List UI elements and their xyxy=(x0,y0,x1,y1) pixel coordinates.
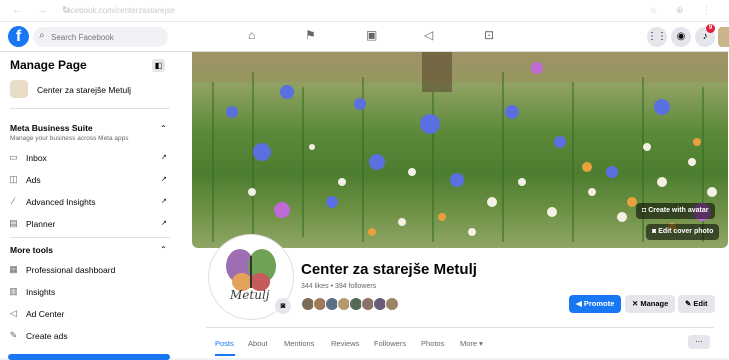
manage-page-sidebar: Manage Page ◧ Center za starejše Metulj … xyxy=(0,52,178,360)
promote-label: Promote xyxy=(583,299,615,308)
tab-photos[interactable]: Photos xyxy=(421,339,444,348)
external-arrow-icon: ↗ xyxy=(161,198,167,205)
flag-icon[interactable]: ⚑ xyxy=(305,28,316,42)
page-name: Center za starejše Metulj xyxy=(37,85,132,95)
create-with-avatar-label: Create with avatar xyxy=(648,207,709,214)
collapse-sidebar-icon[interactable]: ◧ xyxy=(152,59,165,72)
page-stats[interactable]: 344 likes • 394 followers xyxy=(301,283,376,290)
tabs-divider xyxy=(206,327,714,328)
meta-business-suite-header[interactable]: Meta Business Suite xyxy=(10,123,93,133)
page-main: ◘ Create with avatar ◙ Edit cover photo … xyxy=(178,52,729,358)
sidebar-item-label: Advanced Insights xyxy=(26,197,96,207)
create-ads-icon: ✎ xyxy=(9,330,18,340)
edit-cover-photo-label: Edit cover photo xyxy=(658,228,714,235)
gaming-icon[interactable]: ⊡ xyxy=(484,28,494,42)
tab-more[interactable]: More ▾ xyxy=(460,339,483,348)
sidebar-item-planner[interactable]: ▤ Planner ↗ xyxy=(8,216,170,234)
manage-label: Manage xyxy=(640,299,669,308)
edit-label: Edit xyxy=(693,299,708,308)
page-thumbnail xyxy=(10,80,28,98)
promote-button[interactable]: ◀ Promote xyxy=(569,295,622,313)
address-bar[interactable]: facebook.com/centerzastarejse xyxy=(64,6,175,15)
tab-posts[interactable]: Posts xyxy=(215,339,234,348)
menu-grid-icon[interactable]: ⋮⋮ xyxy=(647,27,667,47)
camera-icon[interactable]: ◙ xyxy=(275,298,291,314)
messenger-icon[interactable]: ◉ xyxy=(671,27,691,47)
search-icon: ⌕ xyxy=(39,30,45,41)
account-avatar[interactable] xyxy=(718,27,729,47)
facebook-logo-icon[interactable]: f xyxy=(8,26,29,47)
search-box[interactable]: ⌕ xyxy=(33,27,168,47)
sidebar-item-label: Ads xyxy=(26,175,41,185)
more-options-icon[interactable]: … xyxy=(688,335,710,349)
sidebar-item-ad-center[interactable]: ◁ Ad Center xyxy=(8,306,170,324)
sidebar-item-insights[interactable]: ▥ Insights xyxy=(8,284,170,302)
search-input[interactable] xyxy=(51,29,161,45)
external-arrow-icon: ↗ xyxy=(161,154,167,161)
edit-cover-photo-button[interactable]: ◙ Edit cover photo xyxy=(646,224,720,240)
calendar-icon: ▤ xyxy=(9,218,18,228)
ads-icon: ◫ xyxy=(9,174,18,184)
chevron-up-icon[interactable]: ⌃ xyxy=(160,245,167,254)
facebook-topbar: f ⌕ ⌂ ⚑ ▣ ◁ ⊡ ⋮⋮ ◉ ♪ 9 xyxy=(0,22,729,52)
browser-actions[interactable]: ☆ ⊕ ⋮ xyxy=(649,5,719,16)
logo-text: Metulj xyxy=(230,288,270,302)
tab-about[interactable]: About xyxy=(248,339,268,348)
insights-icon: ⁄ xyxy=(12,196,15,206)
external-arrow-icon: ↗ xyxy=(161,176,167,183)
megaphone-icon: ◁ xyxy=(10,308,17,318)
chevron-up-icon[interactable]: ⌃ xyxy=(160,124,167,133)
sidebar-primary-button[interactable] xyxy=(8,354,170,360)
sidebar-item-inbox[interactable]: ▭ Inbox ↗ xyxy=(8,150,170,168)
sidebar-item-label: Insights xyxy=(26,287,56,297)
chart-icon: ▥ xyxy=(9,286,18,296)
inbox-icon: ▭ xyxy=(9,152,18,162)
notifications-badge: 9 xyxy=(706,24,715,33)
meta-business-suite-subtitle: Manage your business across Meta apps xyxy=(10,135,129,142)
cover-photo: ◘ Create with avatar ◙ Edit cover photo xyxy=(192,52,728,248)
manage-button[interactable]: ✕ Manage xyxy=(625,295,676,313)
tab-mentions[interactable]: Mentions xyxy=(284,339,314,348)
edit-button[interactable]: ✎ Edit xyxy=(678,295,715,313)
sidebar-title: Manage Page xyxy=(10,58,87,72)
sidebar-item-label: Inbox xyxy=(26,153,47,163)
create-with-avatar-button[interactable]: ◘ Create with avatar xyxy=(636,203,715,219)
active-tab-indicator xyxy=(215,354,235,356)
divider xyxy=(10,108,170,109)
dashboard-icon: ▦ xyxy=(9,264,18,274)
sidebar-item-label: Ad Center xyxy=(26,309,65,319)
megaphone-icon[interactable]: ◁ xyxy=(424,28,433,42)
home-icon[interactable]: ⌂ xyxy=(248,28,255,42)
megaphone-icon: ◀ xyxy=(576,299,584,308)
sidebar-item-label: Professional dashboard xyxy=(26,265,116,275)
tab-reviews[interactable]: Reviews xyxy=(331,339,359,348)
avatar[interactable] xyxy=(385,297,399,311)
sidebar-item-ads[interactable]: ◫ Ads ↗ xyxy=(8,172,170,190)
divider xyxy=(10,237,170,238)
sidebar-item-create-ads[interactable]: ✎ Create ads xyxy=(8,328,170,346)
news-icon[interactable]: ▣ xyxy=(366,28,377,42)
tab-followers[interactable]: Followers xyxy=(374,339,406,348)
external-arrow-icon: ↗ xyxy=(161,220,167,227)
more-tools-header[interactable]: More tools xyxy=(10,245,53,255)
page-title: Center za starejše Metulj xyxy=(301,261,477,278)
sidebar-item-label: Planner xyxy=(26,219,56,229)
browser-toolbar: ← → ↻ facebook.com/centerzastarejse ☆ ⊕ … xyxy=(0,0,729,22)
sidebar-item-label: Create ads xyxy=(26,331,68,341)
sidebar-item-advanced-insights[interactable]: ⁄ Advanced Insights ↗ xyxy=(8,194,170,212)
sidebar-item-professional-dashboard[interactable]: ▦ Professional dashboard xyxy=(8,262,170,280)
